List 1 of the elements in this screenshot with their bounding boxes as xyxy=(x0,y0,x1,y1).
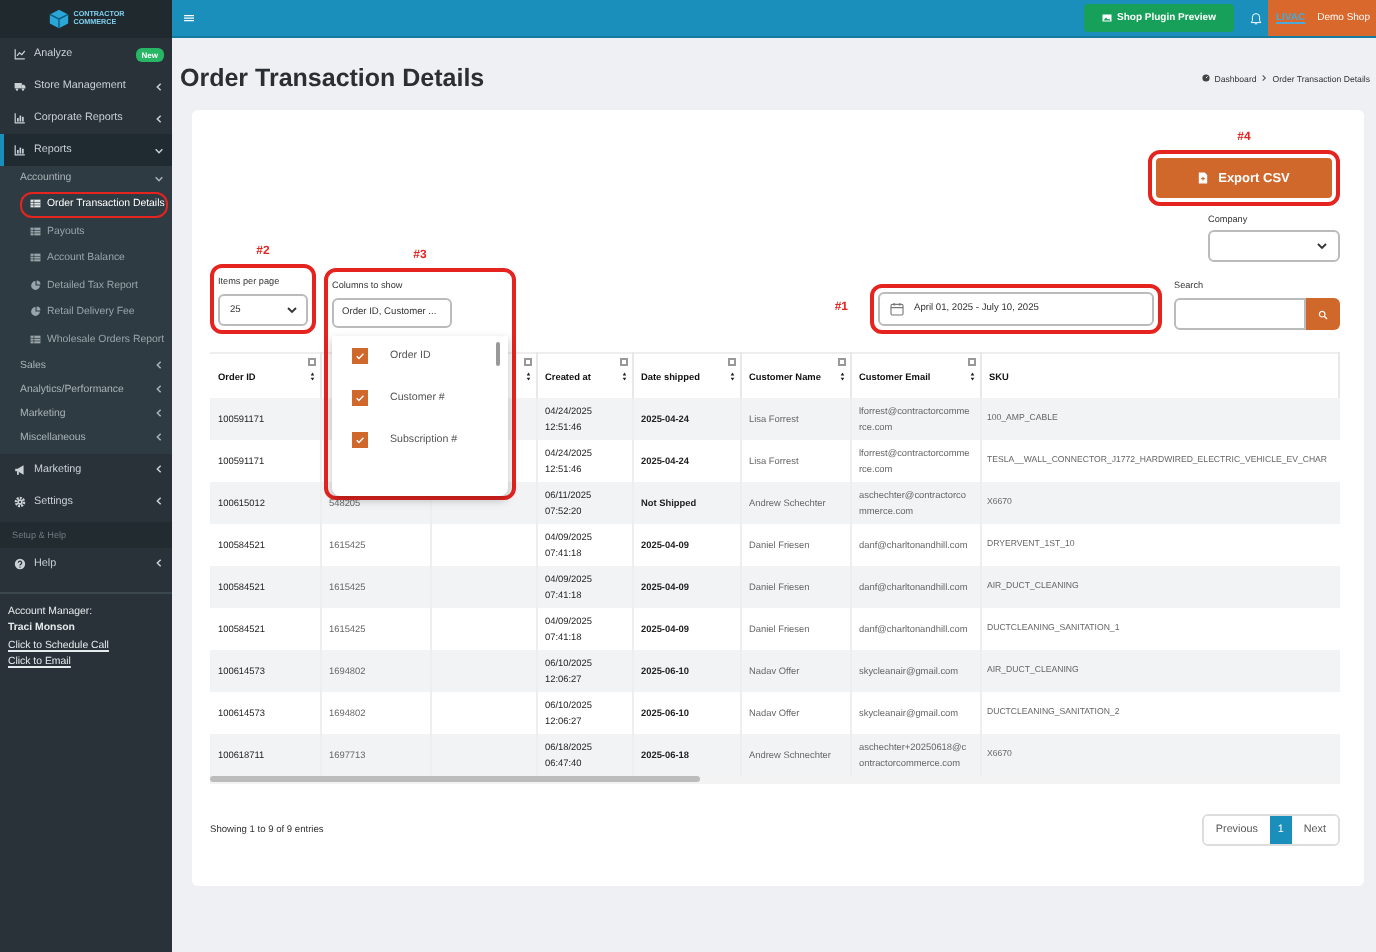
page-title: Order Transaction Details xyxy=(180,64,487,92)
